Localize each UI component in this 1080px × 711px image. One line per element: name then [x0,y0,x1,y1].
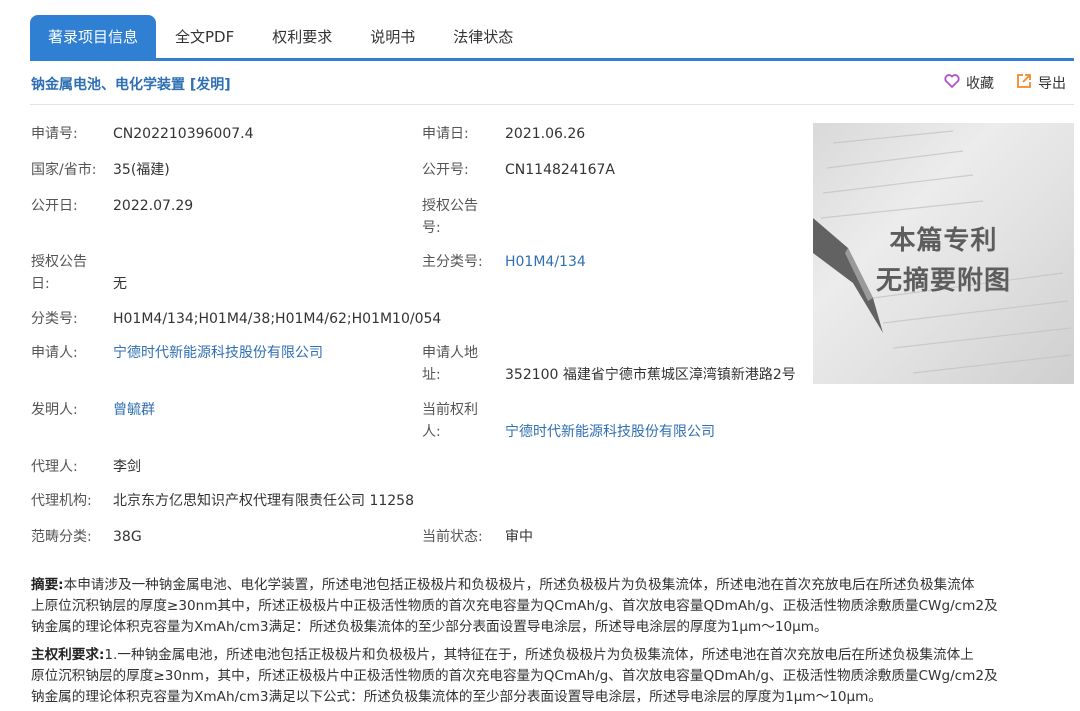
agency-value: 北京东方亿思知识产权代理有限责任公司 11258 [113,493,414,509]
abstract-line-2: 上原位沉积钠层的厚度≥30nm其中，所述正极极片中正极活性物质的首次充电容量为Q… [31,598,998,614]
inventor-link[interactable]: 曾毓群 [113,399,155,421]
app-date-value: 2021.06.26 [505,126,586,142]
main-claim-line-2: 原位沉积钠层的厚度≥30nm，其中，所述正极极片中正极活性物质的首次充电容量为Q… [31,668,998,684]
class-value: H01M4/134;H01M4/38;H01M4/62;H01M10/054 [113,311,442,327]
tab-bar: 著录项目信息 全文PDF 权利要求 说明书 法律状态 [30,15,532,59]
export-label: 导出 [1038,76,1066,92]
no-figure-text-2: 无摘要附图 [875,266,1011,296]
favorite-button[interactable]: 收藏 [944,73,994,93]
main-claim-line-1: 1.一种钠金属电池，所述电池包括正极极片和负极极片，其特征在于，所述负极极片为负… [104,647,974,663]
holder-link[interactable]: 宁德时代新能源科技股份有限公司 [505,421,715,443]
favorite-label: 收藏 [966,76,994,92]
tab-legal-status[interactable]: 法律状态 [434,15,532,59]
holder-label: 当前权利 人: [422,402,478,440]
main-claim-line-3: 钠金属的理论体积克容量为XmAh/cm3满足以下公式：所述负极集流体的至少部分表… [31,689,883,705]
main-claim-label: 主权利要求: [31,647,105,663]
export-icon [1016,73,1032,93]
abstract-line-3: 钠金属的理论体积克容量为XmAh/cm3满足：所述负极集流体的至少部分表面设置导… [31,619,828,635]
app-no-value: CN202210396007.4 [113,126,254,142]
grant-date-value: 无 [113,276,127,292]
country-value: 35(福建) [113,162,170,178]
status-value: 审中 [505,529,533,545]
tab-underline [30,58,1074,61]
agent-value: 李剑 [113,459,141,475]
patent-title: 钠金属电池、电化学装置 [发明] [31,77,231,93]
pub-no-value: CN114824167A [505,162,615,178]
agent-label: 代理人: [31,459,78,475]
address-label: 申请人地 址: [422,345,478,383]
class-label: 分类号: [31,311,78,327]
tab-full-pdf[interactable]: 全文PDF [156,15,253,59]
action-bar: 收藏 导出 [944,73,1066,93]
abstract-line-1: 本申请涉及一种钠金属电池、电化学装置，所述电池包括正极极片和负极极片，所述负极极… [63,577,975,593]
grant-no-label: 授权公告 号: [422,198,478,236]
app-date-label: 申请日: [422,126,469,142]
category-label: 范畴分类: [31,529,92,545]
tab-description[interactable]: 说明书 [351,15,434,59]
pub-no-label: 公开号: [422,162,469,178]
agency-label: 代理机构: [31,493,92,509]
status-label: 当前状态: [422,529,483,545]
export-button[interactable]: 导出 [1016,73,1066,93]
applicant-link[interactable]: 宁德时代新能源科技股份有限公司 [113,342,323,364]
tab-bibliographic[interactable]: 著录项目信息 [30,15,157,59]
patent-figure-placeholder: 本篇专利 无摘要附图 [813,123,1074,384]
category-value: 38G [113,529,142,545]
tab-claims[interactable]: 权利要求 [253,15,351,59]
title-divider [30,104,1074,105]
heart-icon [944,74,960,92]
grant-date-label: 授权公告 日: [31,254,87,292]
main-claim-section: 主权利要求:1.一种钠金属电池，所述电池包括正极极片和负极极片，其特征在于，所述… [31,645,1077,708]
main-class-link[interactable]: H01M4/134 [505,251,586,273]
abstract-label: 摘要: [31,577,64,593]
country-label: 国家/省市: [31,162,97,178]
inventor-label: 发明人: [31,402,78,418]
applicant-label: 申请人: [31,345,78,361]
app-no-label: 申请号: [31,126,78,142]
main-class-label: 主分类号: [422,254,483,270]
pub-date-value: 2022.07.29 [113,198,194,214]
abstract-section: 摘要:本申请涉及一种钠金属电池、电化学装置，所述电池包括正极极片和负极极片，所述… [31,575,1077,638]
pub-date-label: 公开日: [31,198,78,214]
address-value: 352100 福建省宁德市蕉城区漳湾镇新港路2号 [505,367,796,383]
no-figure-text-1: 本篇专利 [889,226,998,256]
